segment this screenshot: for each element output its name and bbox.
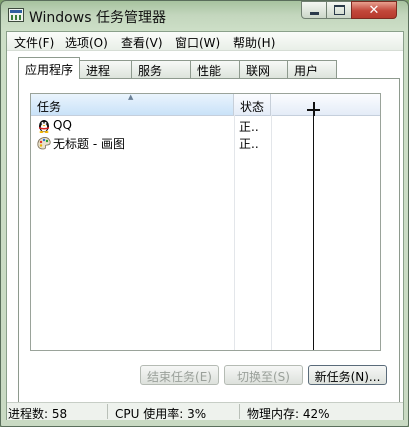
window-title: Windows 任务管理器 <box>29 10 166 26</box>
tab-users[interactable]: 用户 <box>287 60 337 78</box>
task-manager-window: Windows 任务管理器 ✕ 文件(F) 选项(O) 查看(V) 窗口(W) … <box>0 0 409 427</box>
column-task-label: 任务 <box>37 100 62 114</box>
menu-file[interactable]: 文件(F) <box>14 34 54 51</box>
mouse-cursor-crosshair <box>313 102 314 350</box>
task-name: 无标题 - 画图 <box>53 137 125 151</box>
status-bar: 进程数: 58 CPU 使用率: 3% 物理内存: 42% <box>7 402 403 421</box>
task-status: 正.. <box>239 137 259 151</box>
title-bar[interactable]: Windows 任务管理器 ✕ <box>1 1 408 31</box>
maximize-button[interactable] <box>326 1 352 19</box>
maximize-icon <box>333 5 345 15</box>
client-area: 文件(F) 选项(O) 查看(V) 窗口(W) 帮助(H) 应用程序 进程 服务… <box>6 31 404 421</box>
status-divider <box>239 404 240 419</box>
tab-strip: 应用程序 进程 服务 性能 联网 用户 <box>15 57 401 79</box>
mouse-cursor-crosshair <box>307 110 320 111</box>
minimize-button[interactable] <box>301 1 327 19</box>
minimize-icon <box>309 11 319 15</box>
column-status-label: 状态 <box>240 100 265 114</box>
menu-help[interactable]: 帮助(H) <box>233 34 275 51</box>
menu-options[interactable]: 选项(O) <box>65 34 108 51</box>
close-icon: ✕ <box>368 2 380 18</box>
new-task-button[interactable]: 新任务(N)... <box>308 365 387 385</box>
task-manager-app-icon <box>8 8 24 22</box>
menu-bar: 文件(F) 选项(O) 查看(V) 窗口(W) 帮助(H) <box>7 32 403 51</box>
tab-services[interactable]: 服务 <box>131 60 191 78</box>
tab-applications[interactable]: 应用程序 <box>18 57 80 79</box>
column-header-status[interactable]: 状态 <box>234 94 271 115</box>
status-memory: 物理内存: 42% <box>247 407 330 421</box>
menu-view[interactable]: 查看(V) <box>121 34 163 51</box>
status-cpu: CPU 使用率: 3% <box>115 407 207 421</box>
table-row[interactable]: QQ 正.. <box>31 117 380 134</box>
task-status: 正.. <box>239 120 259 134</box>
applications-panel: 任务 ▲ 状态 QQ 正.. 无标题 - 画图 正.. 结束任务(E) 切换至(… <box>18 78 400 403</box>
column-header-task[interactable]: 任务 ▲ <box>31 93 234 115</box>
sort-ascending-icon: ▲ <box>128 93 134 101</box>
status-divider <box>107 404 108 419</box>
list-header: 任务 ▲ 状态 <box>31 93 380 116</box>
menu-window[interactable]: 窗口(W) <box>175 34 220 51</box>
switch-to-button[interactable]: 切换至(S) <box>224 365 303 385</box>
table-row[interactable]: 无标题 - 画图 正.. <box>31 134 380 151</box>
tab-processes[interactable]: 进程 <box>79 60 132 78</box>
paint-icon <box>37 137 51 150</box>
task-list[interactable]: 任务 ▲ 状态 QQ 正.. 无标题 - 画图 正.. <box>30 93 381 351</box>
close-button[interactable]: ✕ <box>351 1 397 19</box>
task-name: QQ <box>53 118 72 132</box>
status-processes: 进程数: 58 <box>8 407 68 421</box>
qq-penguin-icon <box>39 120 49 133</box>
tab-performance[interactable]: 性能 <box>190 60 240 78</box>
end-task-button[interactable]: 结束任务(E) <box>140 365 219 385</box>
tab-networking[interactable]: 联网 <box>239 60 288 78</box>
